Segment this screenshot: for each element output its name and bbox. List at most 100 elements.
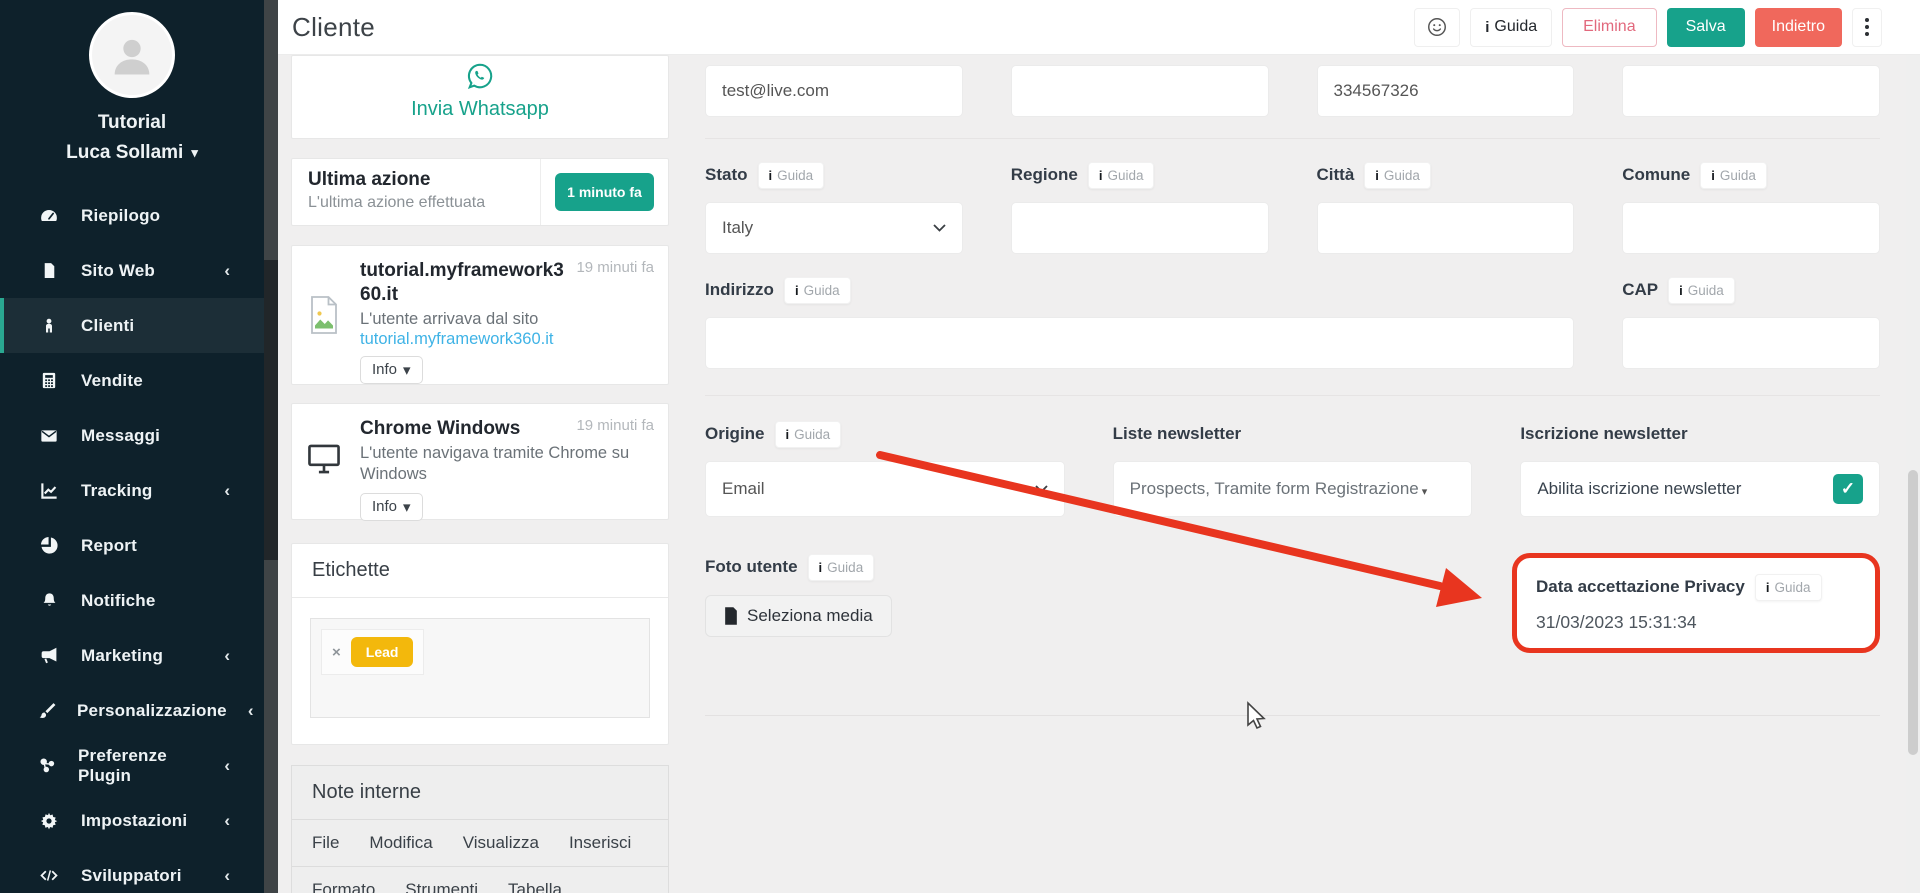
empty-input-2[interactable] xyxy=(1622,65,1880,117)
indirizzo-input[interactable] xyxy=(705,317,1575,369)
smiley-icon xyxy=(1428,18,1447,36)
info-i-icon: i xyxy=(818,559,823,575)
foto-utente-block: Foto utente i Guida Seleziona media xyxy=(705,553,892,637)
menu-modifica[interactable]: Modifica xyxy=(369,833,432,853)
sidebar-item-label: Sviluppatori xyxy=(81,865,182,885)
activity-title: Chrome Windows xyxy=(360,418,521,439)
iscrizione-newsletter-label: Iscrizione newsletter xyxy=(1520,424,1688,443)
guida-text: Guida xyxy=(827,559,864,575)
newsletter-checkbox[interactable]: ✓ xyxy=(1832,474,1863,504)
info-i-icon: i xyxy=(1711,167,1715,183)
sidebar-item-label: Tracking xyxy=(81,480,153,500)
kebab-menu-button[interactable] xyxy=(1852,7,1882,47)
cap-input[interactable] xyxy=(1622,317,1880,369)
sidebar-item-notifiche[interactable]: Notifiche xyxy=(0,573,264,628)
code-icon xyxy=(38,867,60,884)
seleziona-media-button[interactable]: Seleziona media xyxy=(705,595,892,637)
chevron-down-icon xyxy=(1035,485,1048,493)
chevron-left-icon: ‹ xyxy=(224,260,230,280)
info-i-icon: i xyxy=(1375,167,1379,183)
avatar[interactable] xyxy=(89,12,175,98)
menu-inserisci[interactable]: Inserisci xyxy=(569,833,631,853)
sidebar-item-clienti[interactable]: Clienti xyxy=(0,298,264,353)
cap-guida-badge[interactable]: i Guida xyxy=(1668,276,1735,304)
sidebar-item-label: Messaggi xyxy=(81,425,161,445)
tag-remove-icon[interactable]: × xyxy=(332,644,341,661)
sidebar-item-label: Vendite xyxy=(81,370,143,390)
citta-input[interactable] xyxy=(1316,202,1575,254)
emoji-button[interactable] xyxy=(1414,7,1461,47)
sidebar-item-label: Marketing xyxy=(81,645,164,665)
menu-file[interactable]: File xyxy=(312,833,339,853)
sidebar-item-vendite[interactable]: Vendite xyxy=(0,353,264,408)
sidebar-item-label: Report xyxy=(81,535,137,555)
sidebar-item-preferenze-plugin[interactable]: Preferenze Plugin ‹ xyxy=(0,738,264,793)
sidebar-item-label: Sito Web xyxy=(81,260,156,280)
liste-newsletter-multiselect[interactable]: Prospects, Tramite form Registrazione ▾ xyxy=(1112,461,1473,517)
sidebar-item-personalizzazione[interactable]: Personalizzazione ‹ xyxy=(0,683,264,738)
menu-tabella[interactable]: Tabella xyxy=(508,880,562,893)
foto-utente-label: Foto utente xyxy=(705,557,798,576)
tags-input-area[interactable]: × Lead xyxy=(310,618,650,718)
last-action-badge: 1 minuto fa xyxy=(555,173,654,211)
caret-down-icon: ▾ xyxy=(403,498,411,516)
send-whatsapp-button[interactable]: Invia Whatsapp xyxy=(291,55,669,139)
stato-guida-badge[interactable]: i Guida xyxy=(757,161,825,189)
empty-input-1[interactable] xyxy=(1010,65,1269,117)
sidebar-item-sviluppatori[interactable]: Sviluppatori ‹ xyxy=(0,848,264,893)
comune-guida-badge[interactable]: i Guida xyxy=(1700,161,1767,189)
person-icon xyxy=(38,316,60,335)
comune-input[interactable] xyxy=(1622,202,1880,254)
caret-down-icon: ▾ xyxy=(403,361,411,379)
sidebar-item-label: Clienti xyxy=(81,315,135,335)
sidebar-item-report[interactable]: Report xyxy=(0,518,264,573)
origine-select[interactable]: Email xyxy=(705,461,1065,517)
send-whatsapp-label: Invia Whatsapp xyxy=(411,98,549,120)
sidebar: Tutorial Luca Sollami ▾ Riepilogo Sito W… xyxy=(0,0,264,893)
user-menu[interactable]: Luca Sollami ▾ xyxy=(0,142,264,164)
sidebar-item-tracking[interactable]: Tracking ‹ xyxy=(0,463,264,518)
guida-button-label: Guida xyxy=(1494,18,1538,35)
origine-guida-badge[interactable]: i Guida xyxy=(774,420,842,448)
privacy-acceptance-field: Data accettazione Privacy i Guida 31/03/2… xyxy=(1512,553,1880,653)
sidebar-item-messaggi[interactable]: Messaggi xyxy=(0,408,264,463)
megaphone-icon xyxy=(38,646,60,665)
stato-select[interactable]: Italy xyxy=(705,202,963,254)
iscrizione-newsletter-value: Abilita iscrizione newsletter xyxy=(1537,479,1742,498)
liste-newsletter-value: Prospects, Tramite form Registrazione xyxy=(1129,479,1419,498)
info-dropdown-button[interactable]: Info ▾ xyxy=(360,492,423,521)
elimina-button[interactable]: Elimina xyxy=(1562,7,1657,47)
menu-strumenti[interactable]: Strumenti xyxy=(405,880,478,893)
guida-button[interactable]: i Guida xyxy=(1470,7,1553,47)
guida-text: Guida xyxy=(794,426,831,442)
citta-guida-badge[interactable]: i Guida xyxy=(1364,161,1431,189)
indietro-button[interactable]: Indietro xyxy=(1754,7,1842,47)
phone-input[interactable] xyxy=(1316,65,1575,117)
user-name: Luca Sollami xyxy=(66,142,184,163)
bell-icon xyxy=(38,591,60,610)
sidebar-item-label: Personalizzazione xyxy=(77,700,227,720)
caret-down-icon: ▾ xyxy=(1421,485,1428,498)
foto-utente-guida-badge[interactable]: i Guida xyxy=(807,553,875,581)
sidebar-item-marketing[interactable]: Marketing ‹ xyxy=(0,628,264,683)
page-scrollbar xyxy=(1906,55,1920,893)
menu-visualizza[interactable]: Visualizza xyxy=(463,833,539,853)
guida-text: Guida xyxy=(777,167,814,183)
salva-button[interactable]: Salva xyxy=(1666,7,1745,47)
regione-input[interactable] xyxy=(1010,202,1269,254)
indirizzo-guida-badge[interactable]: i Guida xyxy=(783,276,851,304)
activity-link[interactable]: tutorial.myframework360.it xyxy=(360,330,654,349)
chevron-left-icon: ‹ xyxy=(224,480,230,500)
page-scrollbar-thumb[interactable] xyxy=(1908,470,1918,755)
sidebar-item-riepilogo[interactable]: Riepilogo xyxy=(0,188,264,243)
email-input[interactable] xyxy=(705,65,963,117)
info-label: Info xyxy=(372,498,398,516)
info-dropdown-button[interactable]: Info ▾ xyxy=(360,355,423,384)
regione-guida-badge[interactable]: i Guida xyxy=(1087,161,1155,189)
menu-formato[interactable]: Formato xyxy=(312,880,375,893)
sidebar-item-sito-web[interactable]: Sito Web ‹ xyxy=(0,243,264,298)
sidebar-item-impostazioni[interactable]: Impostazioni ‹ xyxy=(0,793,264,848)
sidebar-item-label: Notifiche xyxy=(81,590,156,610)
privacy-guida-badge[interactable]: i Guida xyxy=(1754,573,1822,601)
sidebar-scrollbar-thumb[interactable] xyxy=(264,260,278,560)
